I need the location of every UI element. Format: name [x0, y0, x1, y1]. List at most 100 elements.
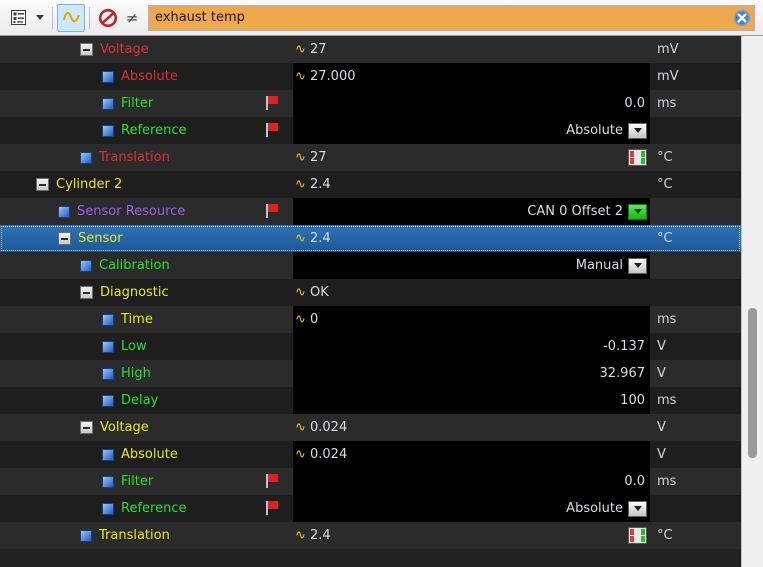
collapse-toggle-icon[interactable]	[80, 421, 93, 434]
tree-row-name-cell: Time	[0, 306, 293, 333]
not-equal-icon[interactable]: ≠	[122, 9, 142, 27]
tree-row[interactable]: Translation ∿ 27 °C	[0, 144, 741, 171]
tree-row-value: 2.4	[310, 528, 331, 543]
red-flag-icon[interactable]	[266, 474, 280, 488]
waveform-filter-button[interactable]	[57, 3, 85, 32]
tree-row-label: Low	[121, 339, 147, 354]
tree-row[interactable]: Calibration ∿Manual	[0, 252, 741, 279]
tree-row-unit-cell: ms	[650, 306, 741, 333]
red-flag-icon[interactable]	[266, 123, 280, 137]
tree-row-label: Translation	[99, 150, 170, 165]
block-filter-button[interactable]	[94, 4, 122, 32]
tree-row-name-cell: Diagnostic	[0, 279, 293, 306]
waveform-indicator-icon: ∿	[295, 447, 306, 462]
tree-row-value-cell[interactable]: ∿ 2.4	[293, 225, 650, 252]
tree-row[interactable]: Reference ∿Absolute	[0, 495, 741, 522]
tree-row-name-cell: High	[0, 360, 293, 387]
tree-row-unit: mV	[657, 69, 679, 84]
leaf-node-icon	[102, 448, 114, 461]
tree-row[interactable]: Reference ∿Absolute	[0, 117, 741, 144]
tree-row-unit: °C	[657, 177, 673, 192]
value-dropdown-button[interactable]	[628, 257, 647, 274]
tree-row-value-cell[interactable]: ∿100	[293, 387, 650, 414]
tree-row[interactable]: Filter ∿0.0 ms	[0, 468, 741, 495]
search-input[interactable]	[149, 9, 732, 26]
tree-row-value-cell[interactable]: ∿ 2.4	[293, 522, 650, 549]
tree-row-label: Cylinder 2	[56, 177, 123, 192]
list-view-button[interactable]	[4, 4, 32, 32]
waveform-indicator-icon: ∿	[295, 528, 306, 543]
property-tree[interactable]: Voltage∿27mVAbsolute∿27.000mVFilter∿0.0m…	[0, 36, 763, 567]
red-flag-icon[interactable]	[266, 501, 280, 515]
collapse-toggle-icon[interactable]	[80, 43, 93, 56]
list-view-dropdown-button[interactable]	[32, 5, 48, 31]
tree-row[interactable]: Voltage ∿ 27 mV	[0, 36, 741, 63]
tree-row[interactable]: Filter ∿0.0 ms	[0, 90, 741, 117]
tree-row[interactable]: Cylinder 2 ∿ 2.4 °C	[0, 171, 741, 198]
tree-row-value-cell[interactable]: ∿Manual	[293, 252, 650, 279]
translation-table-button[interactable]	[628, 149, 647, 166]
tree-row-name-cell: Filter	[0, 468, 293, 495]
tree-row-label: High	[121, 366, 151, 381]
collapse-toggle-icon[interactable]	[36, 178, 49, 191]
tree-row-value-cell[interactable]: ∿CAN 0 Offset 2	[293, 198, 650, 225]
tree-row-value-cell[interactable]: ∿ 27	[293, 36, 650, 63]
red-flag-icon[interactable]	[266, 96, 280, 110]
leaf-node-icon	[102, 70, 114, 83]
tree-row-value: Manual	[575, 258, 623, 273]
tree-row[interactable]: Delay ∿100 ms	[0, 387, 741, 414]
tree-row-label: Translation	[99, 528, 170, 543]
red-flag-icon[interactable]	[266, 204, 280, 218]
search-field[interactable]	[148, 4, 755, 31]
tree-row[interactable]: High ∿32.967 V	[0, 360, 741, 387]
tree-row-unit: ms	[657, 96, 677, 111]
tree-row-label: Sensor	[78, 231, 123, 246]
tree-row-value-cell[interactable]: ∿32.967	[293, 360, 650, 387]
value-dropdown-button[interactable]	[628, 122, 647, 139]
tree-row[interactable]: Translation ∿ 2.4 °C	[0, 522, 741, 549]
tree-row[interactable]: Time ∿ 0 ms	[0, 306, 741, 333]
tree-row-value-cell[interactable]: ∿ OK	[293, 279, 650, 306]
vertical-scrollbar[interactable]	[741, 36, 763, 567]
tree-row[interactable]: Diagnostic ∿ OK	[0, 279, 741, 306]
tree-row-unit: V	[657, 447, 666, 462]
tree-row-label: Sensor Resource	[77, 204, 186, 219]
tree-row-value-cell[interactable]: ∿0.0	[293, 90, 650, 117]
tree-row[interactable]: Absolute ∿ 27.000 mV	[0, 63, 741, 90]
tree-row-value-cell[interactable]: ∿Absolute	[293, 495, 650, 522]
tree-row-value-cell[interactable]: ∿-0.137	[293, 333, 650, 360]
tree-row-name-cell: Absolute	[0, 441, 293, 468]
grid-table-icon	[628, 527, 647, 544]
clear-circle-x-icon[interactable]	[732, 8, 752, 28]
tree-row-value-cell[interactable]: ∿ 0	[293, 306, 650, 333]
tree-row-name-cell: Absolute	[0, 63, 293, 90]
tree-row-value-cell[interactable]: ∿ 0.024	[293, 414, 650, 441]
value-dropdown-button[interactable]	[628, 500, 647, 517]
tree-row[interactable]: Sensor Resource ∿CAN 0 Offset 2	[0, 198, 741, 225]
tree-row-value-cell[interactable]: ∿ 2.4	[293, 171, 650, 198]
leaf-node-icon	[80, 151, 92, 164]
tree-row-value: 0.0	[624, 474, 645, 489]
tree-row-value-cell[interactable]: ∿ 27.000	[293, 63, 650, 90]
tree-row[interactable]: Low ∿-0.137 V	[0, 333, 741, 360]
vertical-scrollbar-thumb[interactable]	[748, 308, 757, 458]
tree-row-unit-cell: V	[650, 441, 741, 468]
tree-row-unit-cell: ms	[650, 90, 741, 117]
tree-row[interactable]: Voltage ∿ 0.024 V	[0, 414, 741, 441]
collapse-toggle-icon[interactable]	[80, 286, 93, 299]
tree-row-value-cell[interactable]: ∿ 0.024	[293, 441, 650, 468]
tree-rows: Voltage∿27mVAbsolute∿27.000mVFilter∿0.0m…	[0, 36, 741, 549]
tree-row-value-cell[interactable]: ∿Absolute	[293, 117, 650, 144]
tree-row[interactable]: Absolute ∿ 0.024 V	[0, 441, 741, 468]
tree-row-unit: °C	[657, 231, 673, 246]
translation-table-button[interactable]	[628, 527, 647, 544]
tree-row-label: Calibration	[99, 258, 170, 273]
collapse-toggle-icon[interactable]	[58, 232, 71, 245]
tree-row-value-cell[interactable]: ∿ 27	[293, 144, 650, 171]
tree-row-value: -0.137	[603, 339, 645, 354]
leaf-node-icon	[102, 367, 114, 380]
value-dropdown-button[interactable]	[628, 203, 647, 220]
tree-row[interactable]: Sensor ∿ 2.4 °C	[0, 225, 741, 252]
tree-row-unit: ms	[657, 312, 677, 327]
tree-row-value-cell[interactable]: ∿0.0	[293, 468, 650, 495]
